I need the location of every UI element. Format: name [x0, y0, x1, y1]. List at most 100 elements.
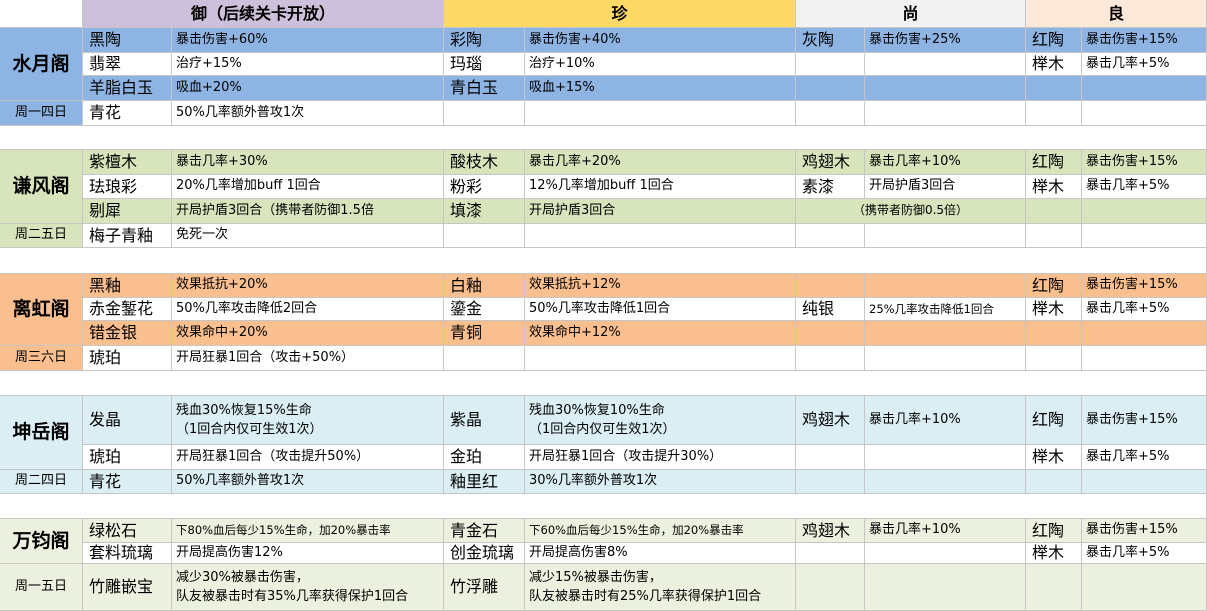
zhen-item[interactable]: [444, 224, 525, 248]
zhen-item[interactable]: 粉彩: [444, 175, 525, 199]
zhen-effect[interactable]: 残血30%恢复10%生命 （1回合内仅可生效1次）: [525, 396, 796, 445]
yu-item[interactable]: 绿松石: [83, 519, 172, 543]
shang-effect[interactable]: [865, 101, 1026, 126]
zhen-effect[interactable]: [525, 346, 796, 371]
shang-item[interactable]: [796, 53, 865, 76]
shang-effect[interactable]: [865, 274, 1026, 298]
zhen-item[interactable]: 彩陶: [444, 28, 525, 53]
yu-item[interactable]: 紫檀木: [83, 150, 172, 175]
liang-effect[interactable]: 暴击几率+5%: [1082, 445, 1207, 470]
zhen-item[interactable]: 金珀: [444, 445, 525, 470]
liang-effect[interactable]: 暴击伤害+15%: [1082, 519, 1207, 543]
yu-effect[interactable]: 效果命中+20%: [172, 321, 444, 346]
yu-effect[interactable]: 吸血+20%: [172, 76, 444, 101]
shang-effect[interactable]: [865, 445, 1026, 470]
zhen-item[interactable]: [444, 101, 525, 126]
zhen-item[interactable]: 酸枝木: [444, 150, 525, 175]
liang-effect[interactable]: [1082, 199, 1207, 224]
yu-effect[interactable]: 50%几率额外普攻1次: [172, 470, 444, 494]
shang-effect[interactable]: [865, 564, 1026, 611]
liang-effect[interactable]: 暴击伤害+15%: [1082, 28, 1207, 53]
shang-effect[interactable]: 暴击伤害+25%: [865, 28, 1026, 53]
zhen-effect[interactable]: 吸血+15%: [525, 76, 796, 101]
zhen-item[interactable]: 竹浮雕: [444, 564, 525, 611]
shang-effect[interactable]: [865, 470, 1026, 494]
yu-item[interactable]: 青花: [83, 101, 172, 126]
shang-effect[interactable]: [865, 346, 1026, 371]
liang-effect[interactable]: 暴击伤害+15%: [1082, 396, 1207, 445]
shang-effect[interactable]: [865, 53, 1026, 76]
liang-item[interactable]: 红陶: [1026, 274, 1082, 298]
zhen-effect[interactable]: 开局提高伤害8%: [525, 543, 796, 564]
zhen-item[interactable]: [444, 346, 525, 371]
liang-item[interactable]: [1026, 199, 1082, 224]
liang-effect[interactable]: [1082, 346, 1207, 371]
zhen-effect[interactable]: 减少15%被暴击伤害， 队友被暴击时有25%几率获得保护1回合: [525, 564, 796, 611]
shang-item[interactable]: 纯银: [796, 298, 865, 321]
yu-item[interactable]: 发晶: [83, 396, 172, 445]
yu-effect[interactable]: 暴击伤害+60%: [172, 28, 444, 53]
zhen-item[interactable]: 釉里红: [444, 470, 525, 494]
shang-item[interactable]: [796, 76, 865, 101]
liang-effect[interactable]: 暴击几率+5%: [1082, 175, 1207, 199]
yu-item[interactable]: 青花: [83, 470, 172, 494]
liang-item[interactable]: 榉木: [1026, 175, 1082, 199]
zhen-item[interactable]: 白釉: [444, 274, 525, 298]
zhen-effect[interactable]: [525, 101, 796, 126]
yu-item[interactable]: 琥珀: [83, 346, 172, 371]
yu-item[interactable]: 黑陶: [83, 28, 172, 53]
yu-item[interactable]: 错金银: [83, 321, 172, 346]
yu-effect[interactable]: 开局狂暴1回合（攻击提升50%）: [172, 445, 444, 470]
liang-item[interactable]: 榉木: [1026, 445, 1082, 470]
shang-item[interactable]: [796, 274, 865, 298]
zhen-item[interactable]: 紫晶: [444, 396, 525, 445]
yu-effect[interactable]: 治疗+15%: [172, 53, 444, 76]
yu-effect[interactable]: 暴击几率+30%: [172, 150, 444, 175]
liang-item[interactable]: 榉木: [1026, 53, 1082, 76]
shang-item[interactable]: [796, 564, 865, 611]
liang-item[interactable]: 红陶: [1026, 396, 1082, 445]
shang-effect[interactable]: 暴击几率+10%: [865, 519, 1026, 543]
liang-effect[interactable]: [1082, 321, 1207, 346]
shang-item[interactable]: 鸡翅木: [796, 150, 865, 175]
liang-effect[interactable]: [1082, 224, 1207, 248]
liang-effect[interactable]: [1082, 564, 1207, 611]
shang-item[interactable]: [796, 346, 865, 371]
liang-item[interactable]: [1026, 101, 1082, 126]
zhen-item[interactable]: 青金石: [444, 519, 525, 543]
liang-effect[interactable]: [1082, 76, 1207, 101]
zhen-effect[interactable]: 30%几率额外普攻1次: [525, 470, 796, 494]
zhen-effect[interactable]: 暴击几率+20%: [525, 150, 796, 175]
shang-effect[interactable]: 暴击几率+10%: [865, 150, 1026, 175]
liang-effect[interactable]: 暴击几率+5%: [1082, 543, 1207, 564]
zhen-effect[interactable]: [525, 224, 796, 248]
liang-item[interactable]: 榉木: [1026, 543, 1082, 564]
liang-item[interactable]: [1026, 321, 1082, 346]
shang-effect-note[interactable]: （携带者防御0.5倍）: [796, 199, 1026, 224]
yu-item[interactable]: 梅子青釉: [83, 224, 172, 248]
yu-effect[interactable]: 减少30%被暴击伤害， 队友被暴击时有35%几率获得保护1回合: [172, 564, 444, 611]
zhen-effect[interactable]: 效果命中+12%: [525, 321, 796, 346]
shang-effect[interactable]: [865, 224, 1026, 248]
liang-item[interactable]: 红陶: [1026, 519, 1082, 543]
liang-effect[interactable]: 暴击几率+5%: [1082, 298, 1207, 321]
zhen-effect[interactable]: 效果抵抗+12%: [525, 274, 796, 298]
yu-item[interactable]: 珐琅彩: [83, 175, 172, 199]
shang-effect[interactable]: [865, 543, 1026, 564]
shang-item[interactable]: 素漆: [796, 175, 865, 199]
yu-item[interactable]: 羊脂白玉: [83, 76, 172, 101]
yu-effect[interactable]: 下80%血后每少15%生命，加20%暴击率: [172, 519, 444, 543]
liang-item[interactable]: [1026, 346, 1082, 371]
yu-effect[interactable]: 开局提高伤害12%: [172, 543, 444, 564]
yu-item[interactable]: 剔犀: [83, 199, 172, 224]
liang-item[interactable]: 红陶: [1026, 28, 1082, 53]
yu-item[interactable]: 竹雕嵌宝: [83, 564, 172, 611]
shang-item[interactable]: [796, 321, 865, 346]
yu-effect[interactable]: 开局护盾3回合（携带者防御1.5倍: [172, 199, 444, 224]
yu-effect[interactable]: 50%几率额外普攻1次: [172, 101, 444, 126]
liang-item[interactable]: 红陶: [1026, 150, 1082, 175]
yu-effect[interactable]: 20%几率增加buff 1回合: [172, 175, 444, 199]
shang-item[interactable]: [796, 445, 865, 470]
zhen-effect[interactable]: 12%几率增加buff 1回合: [525, 175, 796, 199]
shang-item[interactable]: [796, 470, 865, 494]
